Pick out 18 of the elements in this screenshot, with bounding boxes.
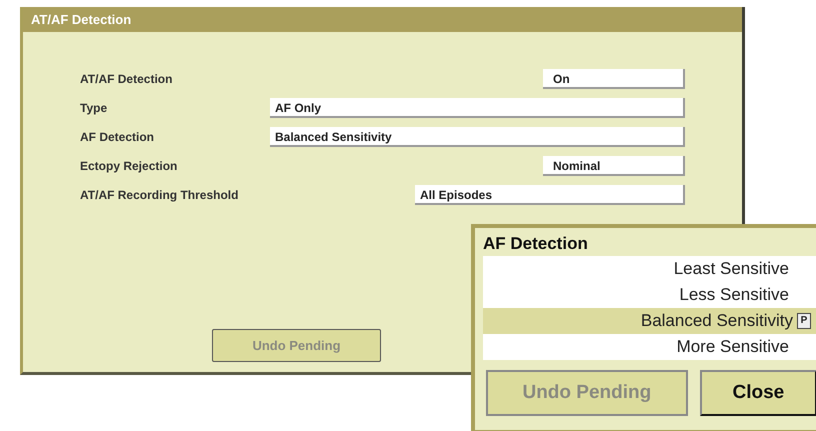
pending-marker: P [797, 313, 811, 329]
value-field[interactable]: AF Only [270, 98, 685, 118]
popup-title: AF Detection [483, 234, 589, 254]
setting-label: Type [80, 100, 108, 114]
option-item[interactable]: More Sensitive [483, 334, 816, 360]
option-item[interactable]: Balanced Sensitivity P [483, 308, 816, 334]
value-field[interactable]: Balanced Sensitivity [270, 126, 685, 146]
setting-label: Ectopy Rejection [80, 158, 178, 172]
option-item[interactable]: Less Sensitive [483, 282, 816, 308]
setting-label: AT/AF Recording Threshold [80, 188, 240, 202]
setting-label: AF Detection [80, 130, 156, 144]
value-field[interactable]: All Episodes [415, 184, 685, 204]
value-field[interactable]: Nominal [543, 156, 685, 176]
close-button[interactable]: Close [700, 370, 816, 416]
window-title: AT/AF Detection [23, 7, 742, 32]
value-field[interactable]: On [543, 68, 685, 88]
option-item[interactable]: Least Sensitive [483, 256, 816, 282]
setting-label: AT/AF Detection [80, 72, 174, 86]
